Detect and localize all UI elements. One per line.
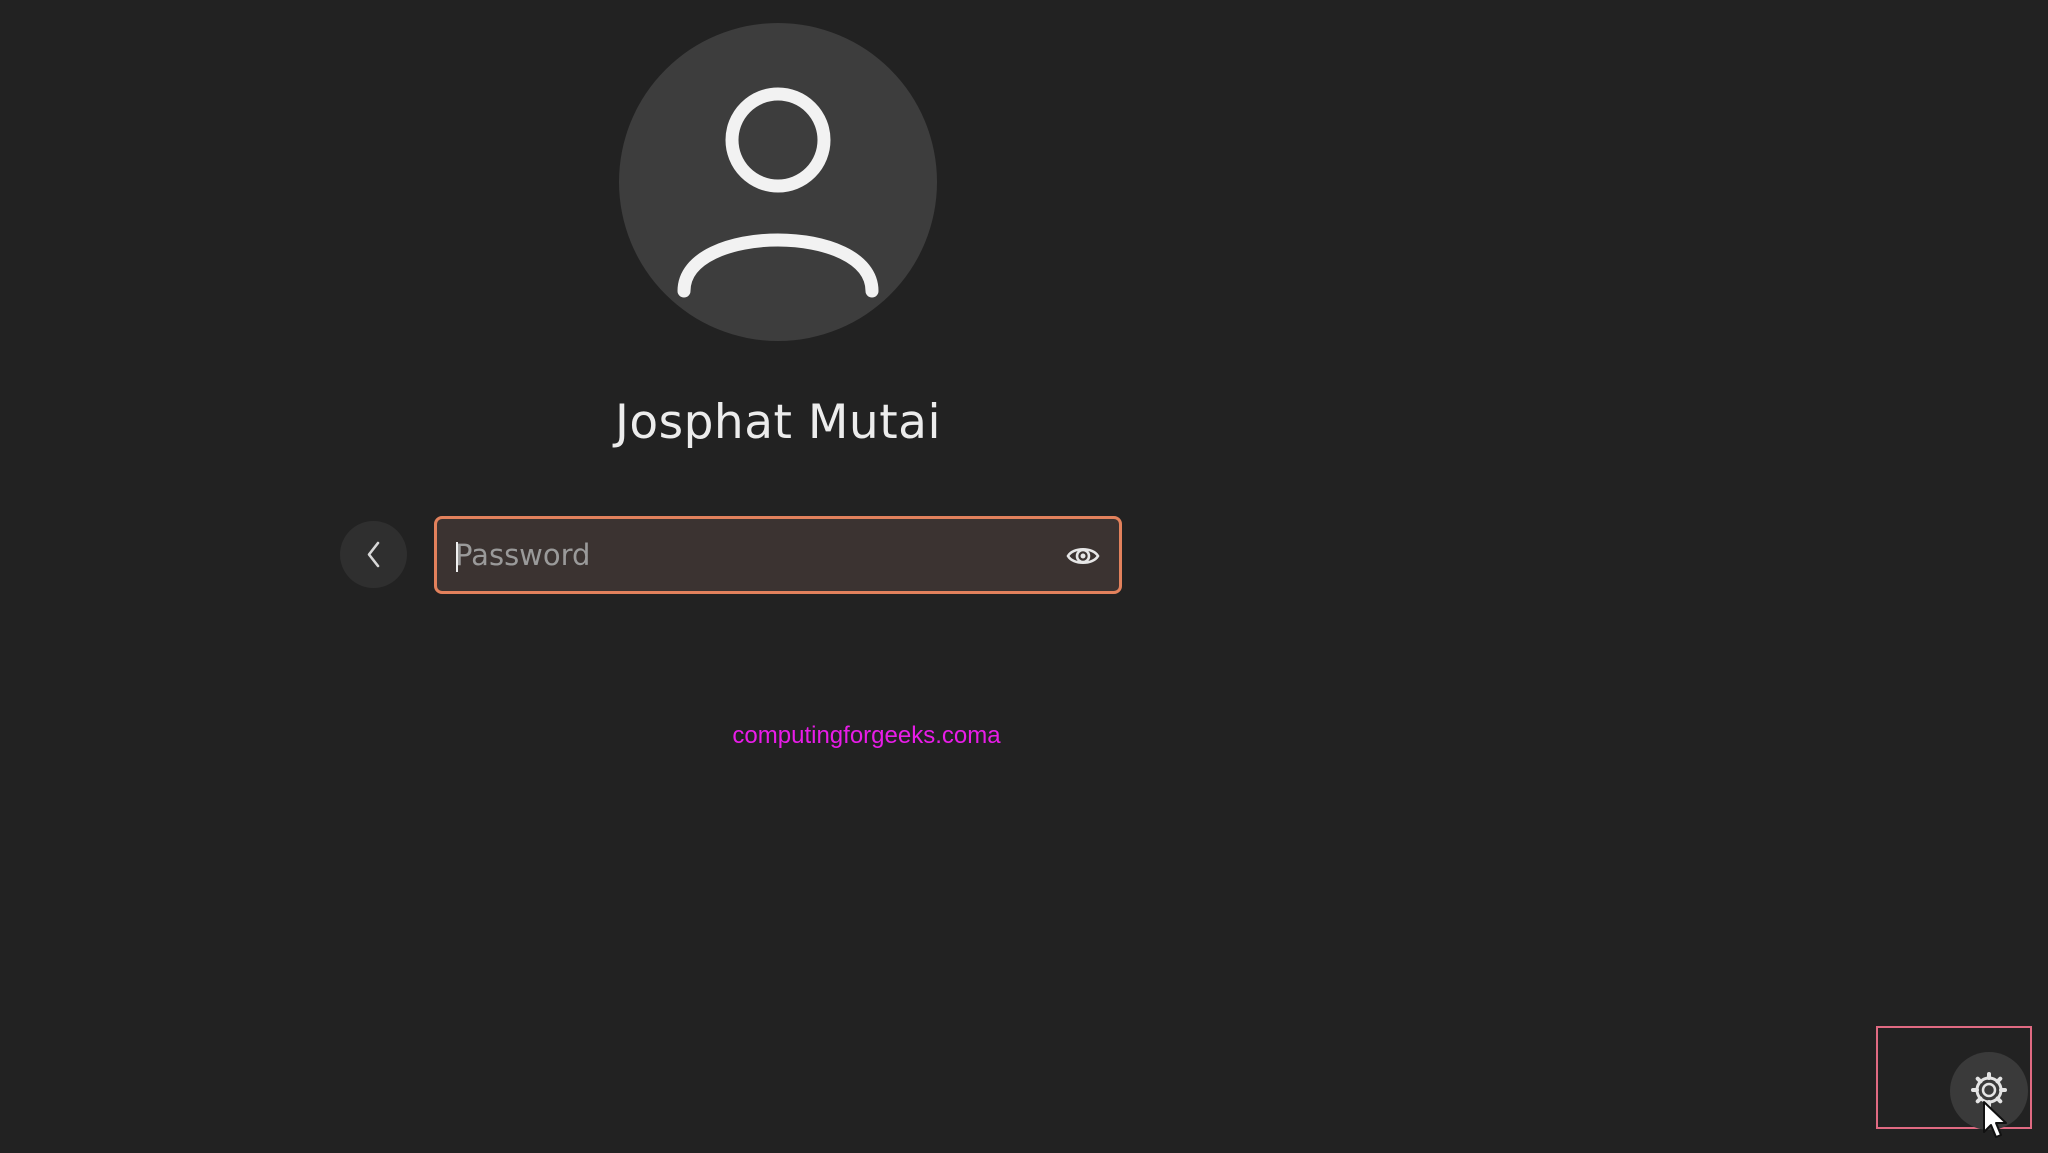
mouse-pointer-icon xyxy=(1983,1101,2007,1138)
watermark-text: computingforgeeks.coma xyxy=(732,722,1001,749)
reveal-password-button[interactable] xyxy=(1065,538,1101,574)
login-screen: Josphat Mutai computingforgeeks.coma xyxy=(0,0,2048,1153)
chevron-left-icon xyxy=(367,541,380,568)
eye-icon xyxy=(1066,547,1100,565)
user-name: Josphat Mutai xyxy=(614,395,942,450)
back-button[interactable] xyxy=(340,521,407,588)
user-silhouette-icon xyxy=(677,87,879,298)
user-avatar xyxy=(619,23,937,341)
password-input[interactable] xyxy=(455,529,1035,581)
text-caret xyxy=(456,542,458,572)
password-field[interactable] xyxy=(434,516,1122,594)
